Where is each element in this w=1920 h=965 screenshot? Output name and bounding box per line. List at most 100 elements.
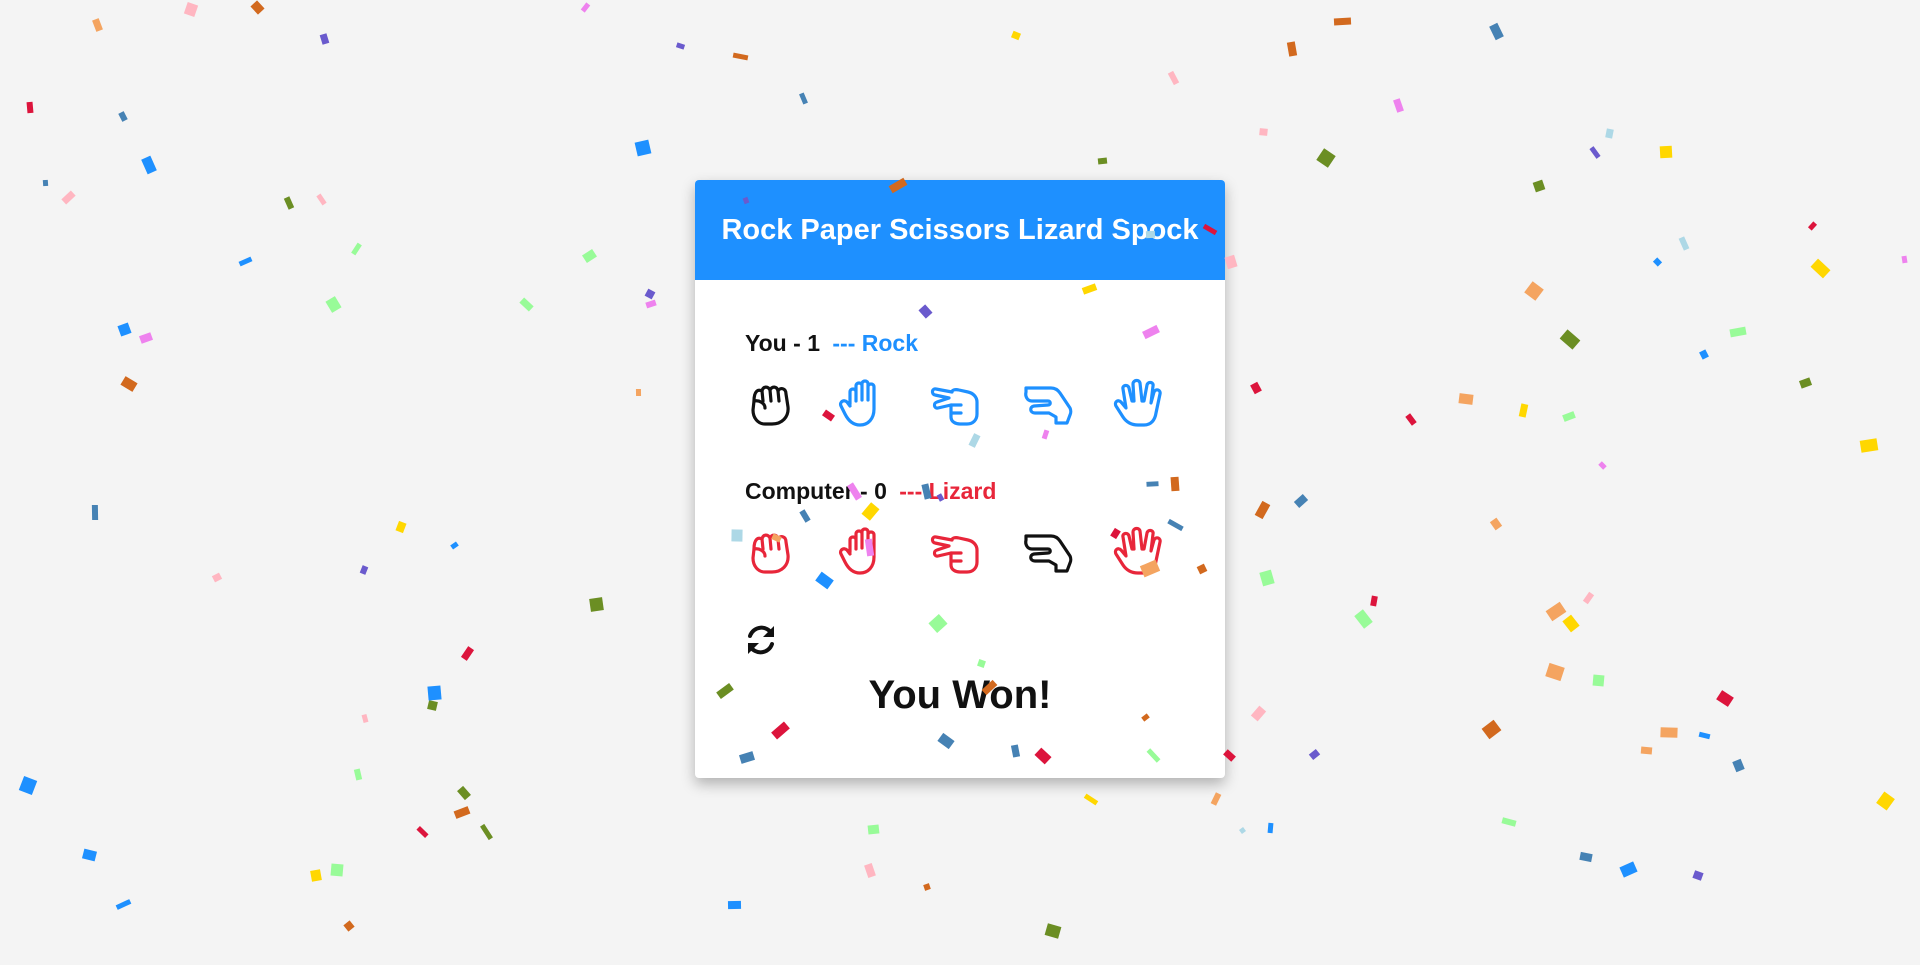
confetti-piece [1524, 281, 1544, 301]
confetti-piece [1659, 145, 1673, 159]
confetti-piece [1729, 326, 1747, 338]
confetti-piece [118, 111, 128, 122]
confetti-piece [117, 322, 132, 337]
computer-choice: Lizard [928, 478, 997, 504]
hand-lizard-icon [1024, 386, 1073, 425]
confetti-piece [1562, 411, 1576, 422]
confetti-piece [635, 388, 642, 397]
confetti-piece [138, 332, 154, 344]
confetti-piece [26, 101, 34, 114]
confetti-piece [1532, 179, 1546, 193]
confetti-piece [91, 504, 99, 521]
confetti-piece [1286, 41, 1298, 57]
confetti-piece [1224, 254, 1238, 270]
confetti-piece [480, 823, 493, 841]
hand-rock-icon [751, 533, 790, 574]
confetti-piece [1582, 591, 1595, 605]
confetti-piece [1562, 614, 1580, 633]
confetti-piece [1254, 500, 1271, 520]
confetti-piece [1518, 403, 1529, 418]
hand-paper-icon [838, 379, 876, 427]
game-card: Rock Paper Scissors Lizard Spock You - 1… [695, 180, 1225, 778]
player-scissors-option[interactable] [929, 377, 981, 429]
confetti-piece [867, 824, 880, 835]
confetti-piece [1660, 727, 1678, 738]
confetti-piece [120, 376, 138, 392]
confetti-piece [1692, 870, 1704, 881]
confetti-piece [353, 768, 363, 781]
confetti-piece [864, 863, 876, 878]
confetti-piece [675, 42, 686, 50]
confetti-piece [1732, 758, 1745, 773]
confetti-piece [42, 179, 49, 187]
confetti-piece [92, 18, 103, 32]
confetti-piece [1250, 381, 1262, 395]
player-paper-option[interactable] [837, 377, 889, 429]
confetti-piece [460, 646, 475, 661]
player-separator: --- [832, 330, 856, 356]
confetti-piece [141, 155, 157, 175]
confetti-piece [580, 2, 591, 13]
confetti-piece [457, 785, 471, 801]
confetti-piece [1716, 690, 1734, 707]
computer-name: Computer [745, 478, 854, 504]
confetti-piece [351, 242, 362, 256]
confetti-piece [1316, 148, 1336, 168]
confetti-piece [923, 883, 931, 891]
reset-button[interactable] [743, 622, 779, 658]
player-lizard-option[interactable] [1021, 377, 1073, 429]
computer-score: 0 [874, 478, 887, 504]
computer-lizard-option [1021, 525, 1073, 577]
confetti-piece [1259, 128, 1268, 136]
confetti-piece [61, 190, 76, 205]
confetti-piece [250, 0, 265, 15]
confetti-piece [589, 597, 604, 612]
confetti-piece [1010, 30, 1022, 41]
confetti-piece [1097, 157, 1108, 165]
computer-rock-option [745, 525, 797, 577]
confetti-piece [1167, 70, 1180, 86]
confetti-piece [453, 806, 471, 819]
confetti-piece [395, 520, 407, 534]
confetti-piece [1699, 349, 1709, 360]
confetti-piece [1678, 236, 1690, 251]
computer-scissors-option [929, 525, 981, 577]
player-rock-option[interactable] [745, 377, 797, 429]
hand-lizard-icon [1024, 534, 1073, 573]
confetti-piece [732, 52, 749, 61]
confetti-piece [1489, 517, 1503, 531]
confetti-piece [359, 565, 369, 575]
hand-spock-icon [1113, 526, 1162, 575]
refresh-icon [748, 625, 774, 655]
confetti-piece [1083, 793, 1099, 806]
computer-spock-option [1113, 525, 1165, 577]
confetti-piece [1458, 393, 1474, 405]
player-name: You [745, 330, 787, 356]
confetti-piece [1370, 595, 1378, 607]
confetti-piece [1698, 731, 1711, 740]
confetti-piece [115, 899, 132, 910]
confetti-piece [361, 713, 369, 724]
result-message: You Won! [868, 673, 1052, 717]
confetti-piece [1354, 609, 1373, 629]
player-spock-option[interactable] [1113, 377, 1165, 429]
confetti-piece [1901, 255, 1908, 264]
confetti-piece [1559, 329, 1581, 350]
confetti-piece [310, 869, 322, 882]
confetti-piece [416, 826, 429, 838]
confetti-piece [1393, 98, 1404, 113]
confetti-piece [1807, 221, 1818, 231]
app-header: Rock Paper Scissors Lizard Spock [695, 180, 1225, 280]
computer-paper-option [837, 525, 889, 577]
confetti-piece [1545, 662, 1565, 682]
confetti-piece [1293, 494, 1309, 508]
confetti-piece [799, 92, 808, 105]
confetti-piece [1405, 413, 1417, 426]
computer-separator: --- [899, 478, 923, 504]
app-title: Rock Paper Scissors Lizard Spock [721, 213, 1199, 246]
confetti-piece [238, 256, 253, 267]
confetti-piece [343, 920, 355, 932]
confetti-piece [1250, 705, 1267, 722]
confetti-piece [325, 296, 342, 313]
confetti-piece [1489, 22, 1504, 41]
